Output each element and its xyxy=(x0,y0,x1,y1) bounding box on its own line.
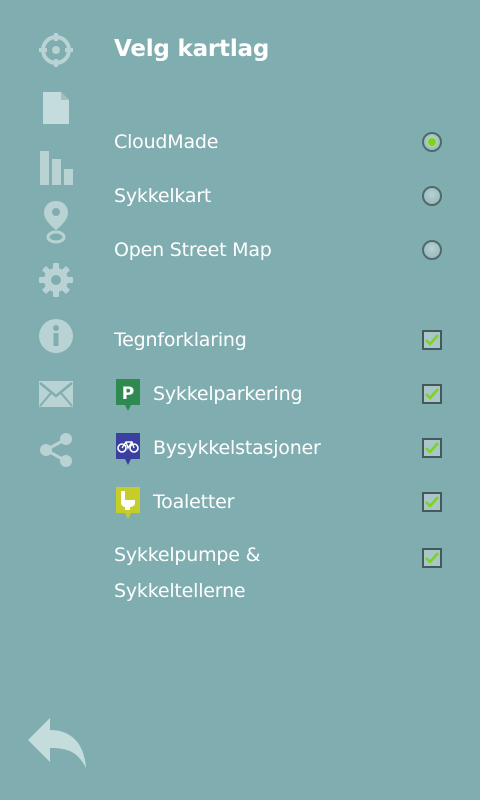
checkmark-icon xyxy=(425,388,439,400)
overlay-option-bysykkelstasjoner[interactable]: Bysykkelstasjoner xyxy=(114,428,446,468)
settings-gear-icon[interactable] xyxy=(34,258,78,302)
checkmark-icon xyxy=(425,496,439,508)
checkbox-checked[interactable] xyxy=(422,438,442,458)
toilet-icon xyxy=(114,485,142,519)
option-label: CloudMade xyxy=(114,131,219,153)
option-label: Tegnforklaring xyxy=(114,329,247,351)
checkbox-checked[interactable] xyxy=(422,384,442,404)
checkmark-icon xyxy=(425,334,439,346)
checkmark-icon xyxy=(425,442,439,454)
option-label: Bysykkelstasjoner xyxy=(153,437,321,459)
overlay-option-tegnforklaring[interactable]: Tegnforklaring xyxy=(114,320,446,360)
info-icon[interactable] xyxy=(34,314,78,358)
checkbox-checked[interactable] xyxy=(422,492,442,512)
radio-dot xyxy=(428,138,436,146)
overlay-option-sykkelparkering[interactable]: P Sykkelparkering xyxy=(114,374,446,414)
back-arrow-icon xyxy=(28,718,86,768)
option-label-line1: Sykkelpumpe & xyxy=(114,544,261,566)
bar-chart-icon[interactable] xyxy=(34,144,78,188)
option-label: Open Street Map xyxy=(114,239,272,261)
map-layer-option-openstreetmap[interactable]: Open Street Map xyxy=(114,230,446,270)
checkbox-checked[interactable] xyxy=(422,548,442,568)
share-icon[interactable] xyxy=(34,428,78,472)
page-title: Velg kartlag xyxy=(114,36,270,62)
radio-button[interactable] xyxy=(422,186,442,206)
option-label-line2: Sykkeltellerne xyxy=(114,580,246,602)
checkmark-icon xyxy=(425,552,439,564)
mail-icon[interactable] xyxy=(34,372,78,416)
checkbox-checked[interactable] xyxy=(422,330,442,350)
back-button[interactable] xyxy=(24,712,90,774)
map-layer-option-sykkelkart[interactable]: Sykkelkart xyxy=(114,176,446,216)
locate-icon[interactable] xyxy=(34,28,78,72)
parking-badge-icon: P xyxy=(114,377,142,411)
option-label: Toaletter xyxy=(153,491,235,513)
svg-text:P: P xyxy=(122,384,134,404)
option-label: Sykkelparkering xyxy=(153,383,303,405)
document-icon[interactable] xyxy=(34,86,78,130)
radio-button-selected[interactable] xyxy=(422,132,442,152)
map-pin-icon[interactable] xyxy=(34,200,78,244)
overlay-option-toaletter[interactable]: Toaletter xyxy=(114,482,446,522)
sidebar xyxy=(0,0,112,800)
bicycle-icon xyxy=(114,431,142,465)
radio-button[interactable] xyxy=(422,240,442,260)
overlay-option-sykkelpumpe-sykkeltellerne[interactable]: Sykkelpumpe & Sykkeltellerne xyxy=(114,538,446,614)
map-layer-option-cloudmade[interactable]: CloudMade xyxy=(114,122,446,162)
option-label: Sykkelkart xyxy=(114,185,212,207)
